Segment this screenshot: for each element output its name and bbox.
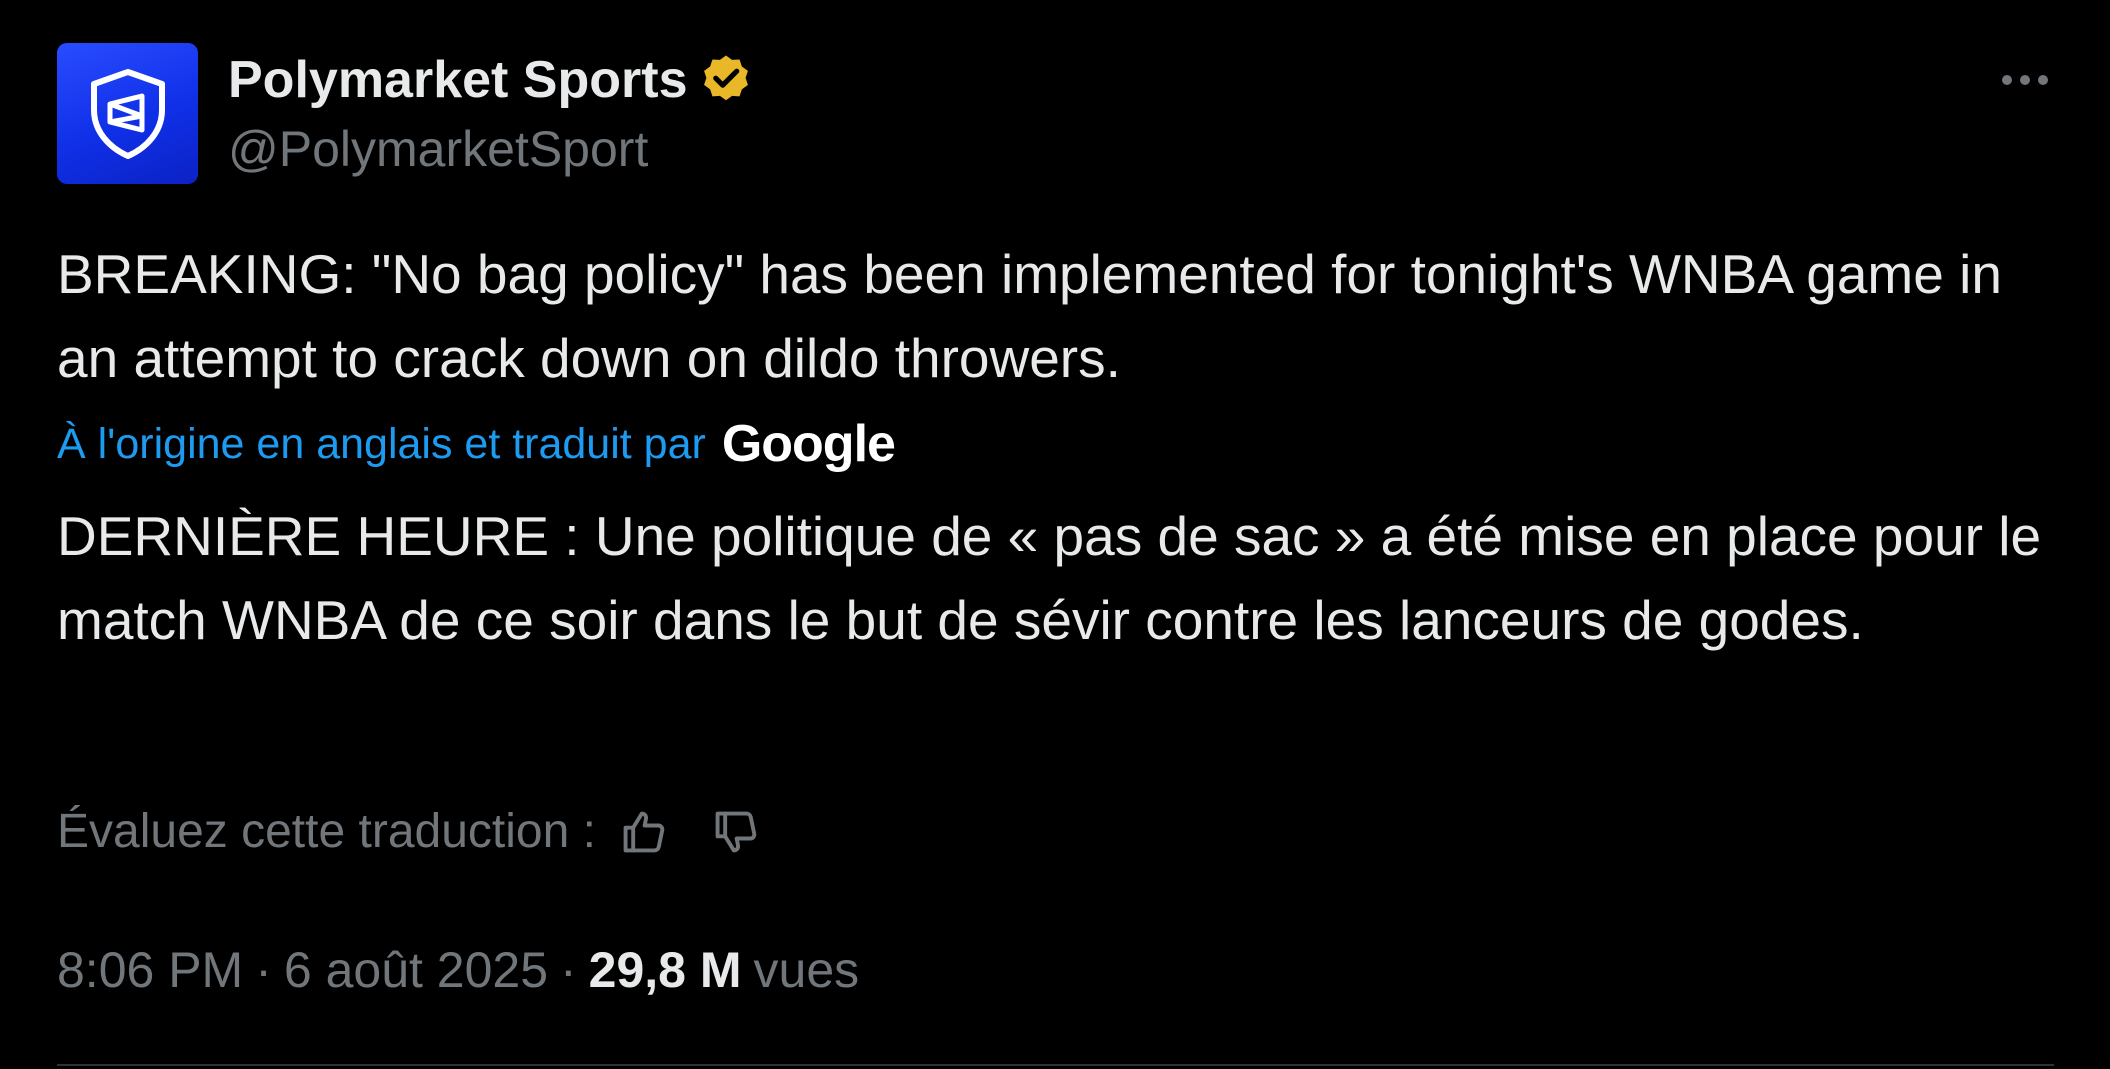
more-options-button[interactable] [1990, 60, 2060, 100]
tweet-original-text: BREAKING: "No bag policy" has been imple… [57, 243, 2002, 389]
tweet-time[interactable]: 8:06 PM [57, 937, 243, 1003]
thumbs-up-button[interactable] [616, 804, 672, 860]
views-count: 29,8 M [588, 942, 742, 998]
author-name-row: Polymarket Sports [228, 48, 754, 112]
thumbs-up-icon [623, 811, 665, 853]
avatar[interactable] [57, 43, 198, 184]
verified-badge-icon[interactable] [698, 52, 754, 108]
thumbs-down-icon [715, 811, 757, 853]
views-label: vues [753, 942, 860, 998]
tweet-translated-text: DERNIÈRE HEURE : Une politique de « pas … [57, 505, 2042, 651]
shield-logo-icon [90, 68, 165, 159]
google-logo: Google [721, 415, 896, 473]
thumbs-down-button[interactable] [708, 804, 764, 860]
translation-source-link[interactable]: À l'origine en anglais et traduit par [57, 414, 706, 474]
more-horizontal-icon-dot [2020, 75, 2030, 85]
meta-separator: · [255, 942, 272, 998]
author-name[interactable]: Polymarket Sports [228, 48, 688, 112]
divider [57, 1064, 2054, 1066]
rate-translation-row: Évaluez cette traduction : [57, 800, 764, 864]
author-handle[interactable]: @PolymarketSport [228, 118, 648, 180]
more-horizontal-icon [2002, 75, 2012, 85]
tweet-meta: 8:06 PM · 6 août 2025 · 29,8 M vues [57, 937, 859, 1003]
tweet-date[interactable]: 6 août 2025 [284, 937, 548, 1003]
more-horizontal-icon-dot [2038, 75, 2048, 85]
meta-separator: · [560, 942, 577, 998]
rate-translation-label: Évaluez cette traduction : [57, 805, 596, 858]
tweet-card: Polymarket Sports @PolymarketSport BREAK… [0, 0, 2110, 1069]
translation-attribution: À l'origine en anglais et traduit par Go… [57, 414, 896, 474]
